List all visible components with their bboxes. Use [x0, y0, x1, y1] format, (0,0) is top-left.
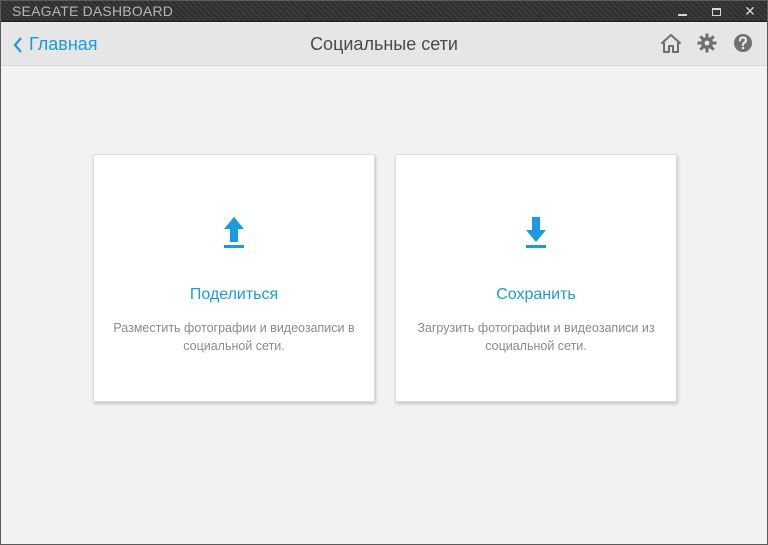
- maximize-icon: [711, 7, 721, 16]
- save-card[interactable]: Сохранить Загрузить фотографии и видеоза…: [395, 154, 677, 402]
- window-controls: ✕: [665, 1, 767, 22]
- share-description: Разместить фотографии и видеозаписи в со…: [113, 321, 355, 353]
- page-title: Социальные сети: [310, 34, 458, 54]
- save-description: Загрузить фотографии и видеозаписи из со…: [417, 321, 655, 353]
- minimize-icon: [677, 13, 687, 16]
- close-icon: ✕: [744, 3, 756, 19]
- header-icons: [661, 33, 753, 53]
- close-button[interactable]: ✕: [733, 1, 767, 22]
- title-bar[interactable]: SEAGATE DASHBOARD ✕: [1, 1, 767, 22]
- minimize-button[interactable]: [665, 1, 699, 22]
- nav-header: Главная Социальные сети: [1, 23, 767, 66]
- share-card[interactable]: Поделиться Разместить фотографии и видео…: [93, 154, 375, 402]
- maximize-button[interactable]: [699, 1, 733, 22]
- upload-icon: [94, 217, 374, 253]
- share-title: Поделиться: [189, 286, 279, 303]
- window-title: SEAGATE DASHBOARD: [12, 3, 174, 19]
- download-icon: [396, 217, 676, 253]
- gear-icon[interactable]: [697, 33, 717, 53]
- app-window: SEAGATE DASHBOARD ✕ Главная Социальные с…: [0, 0, 768, 545]
- save-title: Сохранить: [496, 286, 576, 303]
- help-icon[interactable]: [733, 33, 753, 53]
- home-icon[interactable]: [661, 33, 681, 53]
